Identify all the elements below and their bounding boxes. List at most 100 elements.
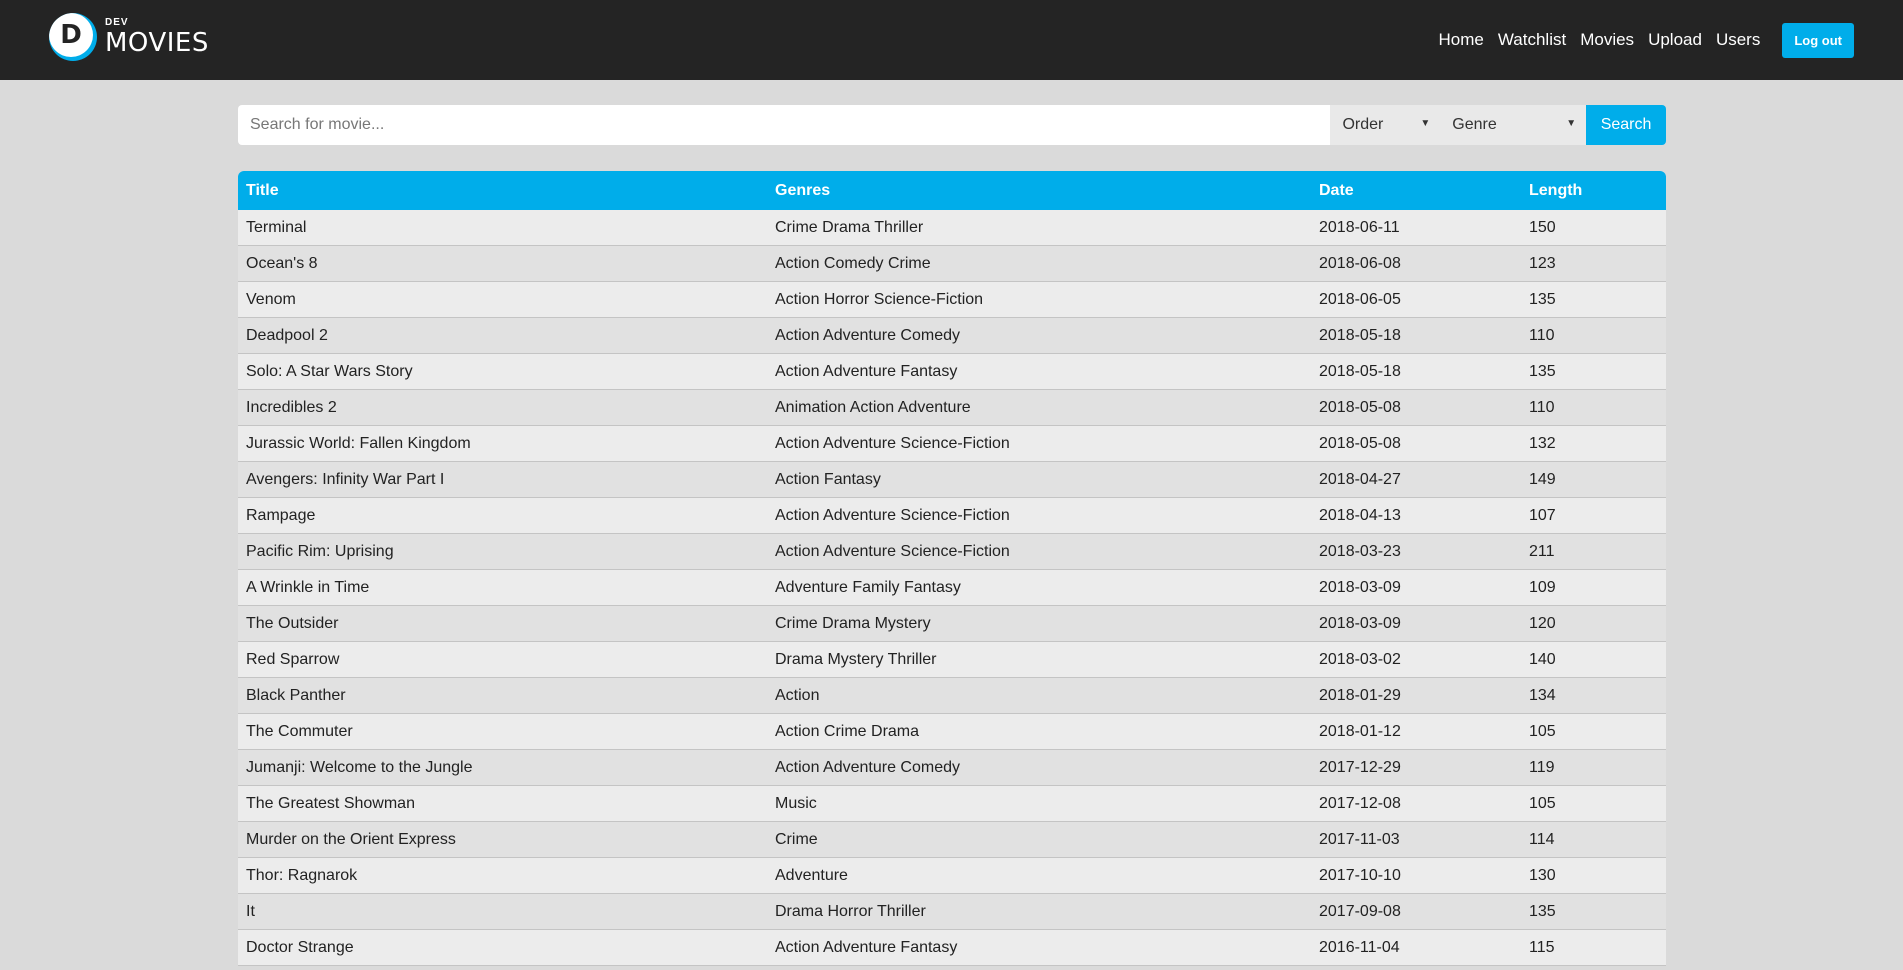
cell-date: 2018-03-02	[1311, 641, 1521, 678]
cell-length: 119	[1521, 749, 1666, 786]
cell-title: Black Panther	[238, 677, 767, 714]
cell-title: It	[238, 893, 767, 930]
cell-length: 110	[1521, 317, 1666, 354]
cell-length: 120	[1521, 605, 1666, 642]
caret-down-icon: ▼	[1420, 118, 1431, 129]
cell-length: 105	[1521, 785, 1666, 822]
cell-date: 2018-06-11	[1311, 210, 1521, 246]
cell-title: Thor: Ragnarok	[238, 857, 767, 894]
cell-title: Venom	[238, 281, 767, 318]
table-row[interactable]: The Outsider Crime Drama Mystery 2018-03-0…	[238, 605, 1666, 642]
cell-date: 2018-05-18	[1311, 353, 1521, 390]
cell-length: 140	[1521, 641, 1666, 678]
table-row[interactable]: Rampage Action Adventure Science-Fiction 2…	[238, 497, 1666, 534]
column-header-date[interactable]: Date	[1311, 171, 1521, 210]
cell-date: 2017-12-29	[1311, 749, 1521, 786]
brand-name: MOVIES	[105, 28, 209, 58]
cell-date: 2018-04-13	[1311, 497, 1521, 534]
cell-date: 2018-01-12	[1311, 713, 1521, 750]
cell-length: 107	[1521, 497, 1666, 534]
cell-date: 2018-06-05	[1311, 281, 1521, 318]
table-row[interactable]: It Drama Horror Thriller 2017-09-08 135	[238, 893, 1666, 930]
table-row[interactable]: Venom Action Horror Science-Fiction 2018-0…	[238, 281, 1666, 318]
table-row[interactable]: Jumanji: Welcome to the Jungle Action Adv…	[238, 749, 1666, 786]
cell-title: The Outsider	[238, 605, 767, 642]
brand-logo[interactable]: D DEV MOVIES	[49, 12, 209, 62]
nav-users[interactable]: Users	[1716, 30, 1760, 50]
cell-title: Jurassic World: Fallen Kingdom	[238, 425, 767, 462]
search-input[interactable]	[238, 105, 1331, 145]
column-header-length[interactable]: Length	[1521, 171, 1666, 210]
cell-title: Solo: A Star Wars Story	[238, 353, 767, 390]
cell-date: 2018-05-18	[1311, 317, 1521, 354]
cell-genres: Action Adventure Fantasy	[767, 353, 1311, 390]
cell-genres: Crime Drama Mystery	[767, 605, 1311, 642]
table-row[interactable]: Terminal Crime Drama Thriller 2018-06-11 15…	[238, 210, 1666, 246]
cell-genres: Crime	[767, 821, 1311, 858]
table-row[interactable]: Red Sparrow Drama Mystery Thriller 2018-03…	[238, 641, 1666, 678]
table-row[interactable]: Black Panther Action 2018-01-29 134	[238, 677, 1666, 714]
cell-genres: Action Fantasy	[767, 461, 1311, 498]
search-button[interactable]: Search	[1586, 105, 1666, 145]
cell-title: Terminal	[238, 210, 767, 246]
logout-button[interactable]: Log out	[1782, 22, 1854, 58]
cell-genres: Crime Drama Thriller	[767, 210, 1311, 246]
cell-genres: Action Horror Science-Fiction	[767, 281, 1311, 318]
nav-movies[interactable]: Movies	[1580, 30, 1634, 50]
cell-length: 150	[1521, 210, 1666, 246]
cell-length: 130	[1521, 857, 1666, 894]
cell-length: 123	[1521, 245, 1666, 282]
order-select[interactable]: Order ▼	[1330, 105, 1441, 145]
table-row[interactable]: Jurassic World: Fallen Kingdom Action Adv…	[238, 425, 1666, 462]
table-row[interactable]: The Commuter Action Crime Drama 2018-01-12…	[238, 713, 1666, 750]
nav-upload[interactable]: Upload	[1648, 30, 1702, 50]
table-row[interactable]: Ocean's 8 Action Comedy Crime 2018-06-08 12…	[238, 245, 1666, 282]
cell-date: 2017-09-08	[1311, 893, 1521, 930]
cell-genres: Action	[767, 677, 1311, 714]
table-row[interactable]: Murder on the Orient Express Crime 2017-11…	[238, 821, 1666, 858]
movies-table: Title Genres Date Length Terminal Crime D…	[238, 171, 1666, 966]
cell-length: 135	[1521, 281, 1666, 318]
cell-length: 105	[1521, 713, 1666, 750]
cell-title: Doctor Strange	[238, 929, 767, 966]
main-nav: Home Watchlist Movies Upload Users Log o…	[1425, 22, 1854, 58]
brand-small-text: DEV	[105, 17, 129, 28]
table-row[interactable]: Pacific Rim: Uprising Action Adventure Sc…	[238, 533, 1666, 570]
cell-length: 115	[1521, 929, 1666, 966]
cell-date: 2017-11-03	[1311, 821, 1521, 858]
nav-home[interactable]: Home	[1439, 30, 1484, 50]
nav-watchlist[interactable]: Watchlist	[1498, 30, 1566, 50]
logo-mark-icon: D	[49, 13, 97, 61]
cell-date: 2017-10-10	[1311, 857, 1521, 894]
column-header-title[interactable]: Title	[238, 171, 767, 210]
table-row[interactable]: Doctor Strange Action Adventure Fantasy 20…	[238, 929, 1666, 966]
caret-down-icon: ▼	[1566, 118, 1577, 129]
table-row[interactable]: Deadpool 2 Action Adventure Comedy 2018-05…	[238, 317, 1666, 354]
cell-genres: Drama Mystery Thriller	[767, 641, 1311, 678]
cell-length: 134	[1521, 677, 1666, 714]
cell-genres: Action Crime Drama	[767, 713, 1311, 750]
cell-genres: Action Adventure Science-Fiction	[767, 425, 1311, 462]
table-row[interactable]: Solo: A Star Wars Story Action Adventure …	[238, 353, 1666, 390]
cell-date: 2017-12-08	[1311, 785, 1521, 822]
cell-title: Red Sparrow	[238, 641, 767, 678]
table-row[interactable]: A Wrinkle in Time Adventure Family Fantas…	[238, 569, 1666, 606]
order-select-value: Order	[1342, 116, 1384, 133]
cell-date: 2016-11-04	[1311, 929, 1521, 966]
table-row[interactable]: Incredibles 2 Animation Action Adventure 2…	[238, 389, 1666, 426]
column-header-genres[interactable]: Genres	[767, 171, 1311, 210]
cell-genres: Adventure	[767, 857, 1311, 894]
table-row[interactable]: The Greatest Showman Music 2017-12-08 105	[238, 785, 1666, 822]
cell-date: 2018-01-29	[1311, 677, 1521, 714]
table-row[interactable]: Avengers: Infinity War Part I Action Fant…	[238, 461, 1666, 498]
cell-date: 2018-03-23	[1311, 533, 1521, 570]
cell-length: 135	[1521, 893, 1666, 930]
cell-title: Incredibles 2	[238, 389, 767, 426]
cell-date: 2018-05-08	[1311, 425, 1521, 462]
table-row[interactable]: Thor: Ragnarok Adventure 2017-10-10 130	[238, 857, 1666, 894]
genre-select[interactable]: Genre ▼	[1440, 105, 1587, 145]
cell-genres: Action Comedy Crime	[767, 245, 1311, 282]
cell-genres: Action Adventure Comedy	[767, 317, 1311, 354]
cell-genres: Adventure Family Fantasy	[767, 569, 1311, 606]
cell-length: 110	[1521, 389, 1666, 426]
